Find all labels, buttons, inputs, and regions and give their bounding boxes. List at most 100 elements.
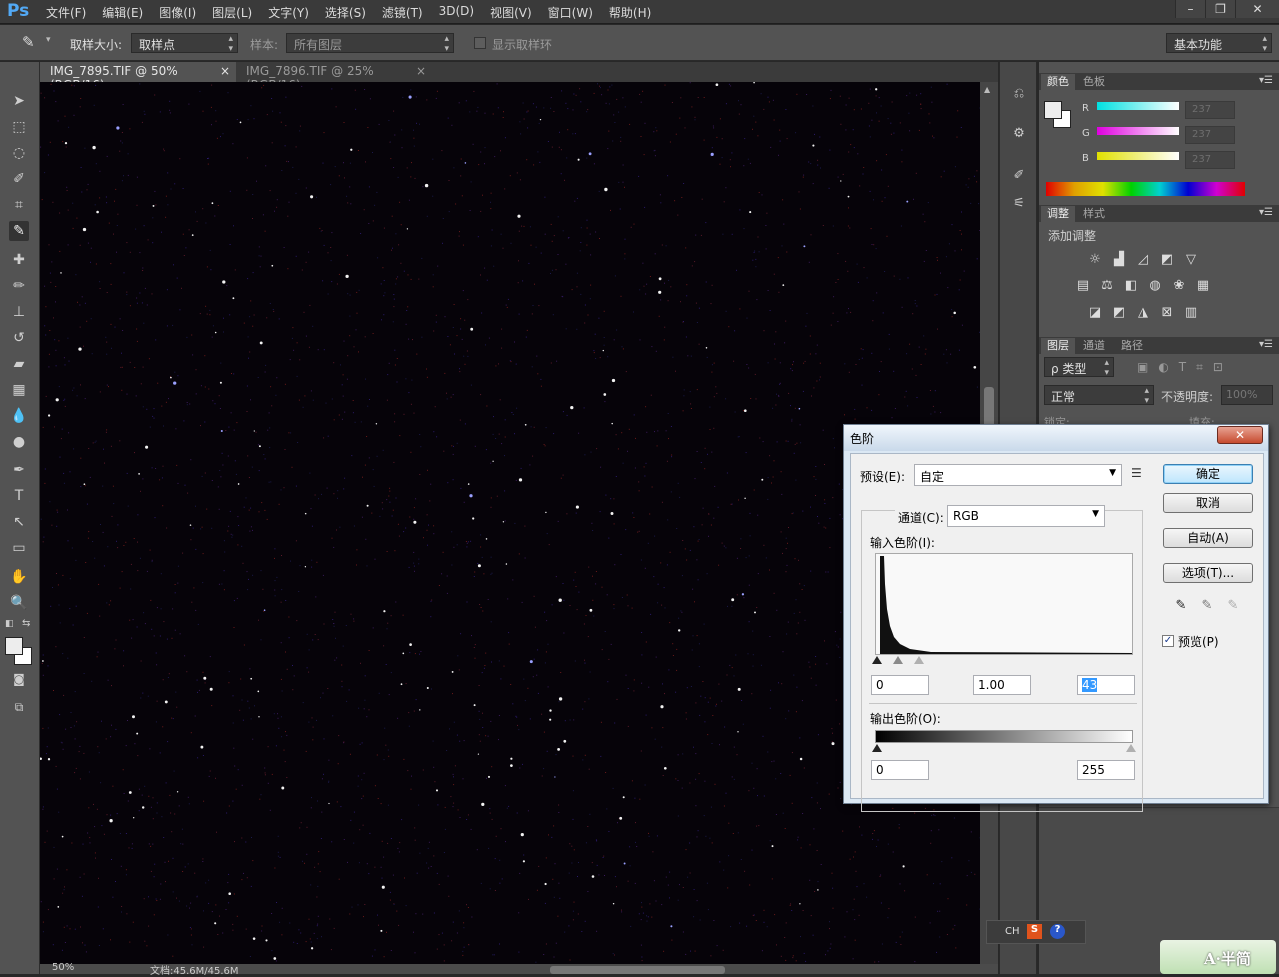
brush-panel-icon[interactable]: ✐ (1009, 168, 1029, 188)
menu-help[interactable]: 帮助(H) (609, 4, 651, 21)
r-value[interactable]: 237 (1185, 101, 1235, 119)
g-slider[interactable] (1097, 127, 1179, 135)
properties-panel-icon[interactable]: ⚙ (1009, 126, 1029, 146)
history-brush-tool-icon[interactable]: ↺ (9, 328, 29, 348)
photo-filter-icon[interactable]: ◍ (1146, 278, 1164, 294)
output-black-slider[interactable] (872, 744, 882, 752)
menu-edit[interactable]: 编辑(E) (102, 4, 143, 21)
tab-close-icon[interactable]: × (416, 64, 426, 78)
exposure-icon[interactable]: ◩ (1158, 252, 1176, 268)
menu-3d[interactable]: 3D(D) (439, 4, 474, 21)
eraser-tool-icon[interactable]: ▰ (9, 354, 29, 374)
fg-color-swatch[interactable] (1044, 101, 1062, 119)
tab-styles[interactable]: 样式 (1077, 206, 1111, 222)
tab-adjustments[interactable]: 调整 (1041, 206, 1075, 222)
preset-select[interactable]: 自定 ▼ (914, 464, 1122, 486)
output-white-slider[interactable] (1126, 744, 1136, 752)
color-balance-icon[interactable]: ⚖ (1098, 278, 1116, 294)
panel-menu-icon[interactable]: ▾☰ (1259, 339, 1273, 350)
workspace-select[interactable]: 基本功能 ▴▾ (1166, 33, 1272, 53)
g-value[interactable]: 237 (1185, 126, 1235, 144)
menu-view[interactable]: 视图(V) (490, 4, 532, 21)
gray-eyedropper-icon[interactable]: ✎ (1199, 598, 1215, 614)
eyedropper-tool-icon[interactable]: ✎ (9, 221, 29, 241)
color-lookup-icon[interactable]: ▦ (1194, 278, 1212, 294)
output-black-field[interactable]: 0 (871, 760, 929, 780)
history-panel-icon[interactable]: ⎌ (1009, 86, 1029, 106)
input-black-slider[interactable] (872, 656, 882, 664)
b-slider[interactable] (1097, 152, 1179, 160)
blend-mode-select[interactable]: 正常 ▴▾ (1044, 385, 1154, 405)
tab-img-7895[interactable]: IMG_7895.TIF @ 50%(RGB/16) × (40, 62, 236, 82)
show-ring-checkbox[interactable] (474, 37, 486, 49)
dialog-close-button[interactable]: ✕ (1217, 426, 1263, 444)
horizontal-scroll-thumb[interactable] (550, 966, 725, 974)
menu-layer[interactable]: 图层(L) (212, 4, 252, 21)
threshold-icon[interactable]: ◮ (1134, 305, 1152, 321)
tab-close-icon[interactable]: × (220, 64, 230, 78)
hue-saturation-icon[interactable]: ▤ (1074, 278, 1092, 294)
curves-icon[interactable]: ◿ (1134, 252, 1152, 268)
r-slider[interactable] (1097, 102, 1179, 110)
ok-button[interactable]: 确定 (1163, 464, 1253, 484)
brush-tool-icon[interactable]: ✏ (9, 276, 29, 296)
preset-options-icon[interactable]: ☰ (1131, 466, 1142, 480)
foreground-color-swatch[interactable] (5, 637, 23, 655)
move-tool-icon[interactable]: ➤ (9, 91, 29, 111)
type-tool-icon[interactable]: T (9, 486, 29, 506)
hand-tool-icon[interactable]: ✋ (9, 567, 29, 587)
clone-stamp-tool-icon[interactable]: ⊥ (9, 302, 29, 322)
input-white-slider[interactable] (914, 656, 924, 664)
tab-img-7896[interactable]: IMG_7896.TIF @ 25%(RGB/16) × (236, 62, 432, 82)
close-button[interactable]: ✕ (1235, 0, 1279, 18)
menu-type[interactable]: 文字(Y) (268, 4, 309, 21)
screen-mode-icon[interactable]: ⧉ (9, 697, 29, 717)
input-white-field[interactable]: 43 (1077, 675, 1135, 695)
restore-button[interactable]: ❐ (1205, 0, 1235, 18)
menu-image[interactable]: 图像(I) (159, 4, 196, 21)
channel-mixer-icon[interactable]: ❀ (1170, 278, 1188, 294)
options-button[interactable]: 选项(T)... (1163, 563, 1253, 583)
zoom-level[interactable]: 50% (52, 962, 74, 973)
panel-menu-icon[interactable]: ▾☰ (1259, 207, 1273, 218)
color-spectrum-ramp[interactable] (1046, 182, 1245, 196)
minimize-button[interactable]: – (1175, 0, 1205, 18)
healing-brush-tool-icon[interactable]: ✚ (9, 250, 29, 270)
menu-select[interactable]: 选择(S) (325, 4, 366, 21)
tab-paths[interactable]: 路径 (1115, 338, 1149, 354)
input-gamma-slider[interactable] (893, 656, 903, 664)
menu-window[interactable]: 窗口(W) (548, 4, 593, 21)
sample-size-select[interactable]: 取样点 ▴▾ (131, 33, 238, 53)
crop-tool-icon[interactable]: ⌗ (9, 195, 29, 215)
levels-dialog-titlebar[interactable]: 色阶 (844, 425, 1268, 451)
layer-filter-select[interactable]: ρ 类型 ▴▾ (1044, 357, 1114, 377)
image-canvas[interactable] (40, 82, 980, 964)
rectangle-tool-icon[interactable]: ▭ (9, 538, 29, 558)
input-gamma-field[interactable]: 1.00 (973, 675, 1031, 695)
white-eyedropper-icon[interactable]: ✎ (1225, 598, 1241, 614)
cancel-button[interactable]: 取消 (1163, 493, 1253, 513)
invert-icon[interactable]: ◪ (1086, 305, 1104, 321)
path-select-tool-icon[interactable]: ↖ (9, 512, 29, 532)
menu-file[interactable]: 文件(F) (46, 4, 86, 21)
ime-language[interactable]: CH (1005, 926, 1020, 937)
panel-menu-icon[interactable]: ▾☰ (1259, 75, 1273, 86)
marquee-tool-icon[interactable]: ⬚ (9, 117, 29, 137)
menu-filter[interactable]: 滤镜(T) (382, 4, 423, 21)
eyedropper-icon[interactable]: ✎ (22, 33, 35, 51)
channel-select[interactable]: RGB ▼ (947, 505, 1105, 527)
brush-presets-icon[interactable]: ⚟ (1009, 196, 1029, 216)
tab-swatches[interactable]: 色板 (1077, 74, 1111, 90)
scroll-thumb[interactable] (984, 387, 994, 427)
tab-color[interactable]: 颜色 (1041, 74, 1075, 90)
black-white-icon[interactable]: ◧ (1122, 278, 1140, 294)
default-colors-icon[interactable]: ◧ (5, 619, 14, 629)
tool-preset-chevron-icon[interactable]: ▾ (46, 35, 51, 45)
sogou-icon[interactable]: S (1027, 924, 1042, 939)
selective-color-icon[interactable]: ⊠ (1158, 305, 1176, 321)
brightness-icon[interactable]: ☼ (1086, 252, 1104, 268)
zoom-tool-icon[interactable]: 🔍 (9, 593, 29, 613)
pen-tool-icon[interactable]: ✒ (9, 460, 29, 480)
vibrance-icon[interactable]: ▽ (1182, 252, 1200, 268)
lasso-tool-icon[interactable]: ◌ (9, 143, 29, 163)
